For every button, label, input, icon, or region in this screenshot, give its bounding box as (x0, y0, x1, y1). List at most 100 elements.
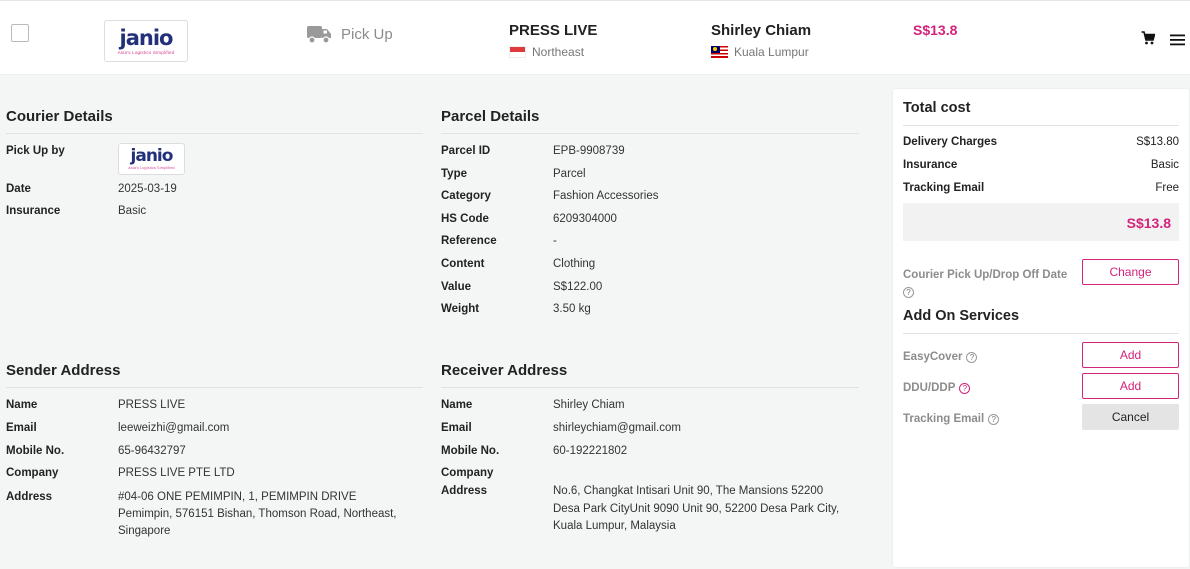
detail-row: Pick Up by (6, 144, 423, 182)
detail-row: Type Parcel (441, 167, 859, 190)
cost-value: S$13.80 (1136, 136, 1179, 148)
detail-value: leeweizhi@gmail.com (118, 421, 230, 434)
detail-row: Address No.6, Changkat Intisari Unit 90, … (441, 483, 859, 536)
detail-row: Reference - (441, 234, 859, 257)
help-icon[interactable]: ? (959, 382, 971, 394)
cost-value: Basic (1150, 159, 1179, 171)
pickup-courier-logo: janio Asia's Logistics Simplified (118, 143, 185, 175)
detail-label: Address (6, 491, 53, 504)
addon-label: DDU/DDP (903, 382, 956, 394)
detail-label: Reference (441, 235, 497, 248)
courier-details-section: Courier Details Pick Up by Date 2025-03-… (6, 108, 423, 218)
section-title: Parcel Details (441, 108, 859, 134)
singapore-flag-icon (509, 46, 526, 58)
detail-label: Content (441, 257, 485, 270)
detail-label: Address (441, 485, 488, 498)
cost-label: Tracking Email (903, 182, 985, 194)
detail-row: Name PRESS LIVE (6, 398, 423, 421)
detail-label: Mobile No. (441, 444, 500, 457)
detail-label: Company (441, 467, 494, 480)
detail-row: Email leeweizhi@gmail.com (6, 421, 423, 444)
cost-panel: Total cost Delivery Charges S$13.80 Insu… (893, 89, 1189, 567)
header-sender: PRESS LIVE Northeast (509, 22, 597, 59)
truck-icon (307, 25, 332, 44)
detail-value: 65-96432797 (118, 444, 186, 457)
detail-row: Email shirleychiam@gmail.com (441, 421, 859, 444)
header-price: S$13.8 (913, 22, 958, 38)
detail-row: Category Fashion Accessories (441, 189, 859, 212)
select-checkbox[interactable] (11, 24, 29, 42)
sender-address-section: Sender Address Name PRESS LIVE Email leewe… (6, 362, 423, 540)
header-receiver-name: Shirley Chiam (711, 22, 812, 39)
detail-value: PRESS LIVE PTE LTD (118, 467, 235, 480)
detail-value: #04-06 ONE PEMIMPIN, 1, PEMIMPIN DRIVE P… (118, 491, 397, 538)
help-icon[interactable]: ? (903, 287, 914, 298)
total-box: S$13.8 (903, 203, 1179, 241)
detail-label: Weight (441, 303, 480, 316)
detail-row: Date 2025-03-19 (6, 182, 423, 196)
addon-label: Tracking Email (903, 413, 985, 425)
detail-row: Mobile No. 65-96432797 (6, 444, 423, 467)
help-icon[interactable]: ? (966, 351, 978, 363)
detail-row: Insurance Basic (6, 204, 423, 218)
detail-row: Mobile No. 60-192221802 (441, 444, 859, 467)
detail-label: Date (6, 183, 31, 195)
detail-row: Weight 3.50 kg (441, 302, 859, 325)
logo-tagline: Asia's Logistics Simplified (117, 49, 175, 55)
detail-label: HS Code (441, 212, 489, 225)
detail-label: Parcel ID (441, 145, 491, 157)
cost-row: Tracking Email Free (903, 182, 1179, 194)
detail-label: Pick Up by (6, 145, 65, 157)
add-ddu-ddp-button[interactable]: Add (1082, 373, 1179, 399)
detail-value: Shirley Chiam (553, 399, 625, 411)
add-on-services-title: Add On Services (903, 308, 1020, 324)
detail-value: 60-192221802 (553, 444, 628, 457)
detail-label: Email (6, 421, 37, 434)
detail-row: Company PRESS LIVE PTE LTD (6, 466, 423, 489)
header-receiver-region: Kuala Lumpur (734, 45, 809, 59)
cost-label: Delivery Charges (903, 136, 997, 148)
section-title: Sender Address (6, 362, 423, 388)
pickup-date-field: Courier Pick Up/Drop Off Date ? (903, 269, 1073, 300)
detail-label: Insurance (6, 205, 61, 217)
header-sender-name: PRESS LIVE (509, 22, 598, 39)
help-icon[interactable]: ? (988, 413, 1000, 425)
detail-value: No.6, Changkat Intisari Unit 90, The Man… (553, 485, 840, 533)
service-type-label: Pick Up (341, 26, 393, 43)
cost-row: Delivery Charges S$13.80 (903, 136, 1179, 148)
addon-easycover: EasyCover ? (903, 351, 978, 363)
detail-label: Value (441, 280, 472, 293)
menu-icon[interactable] (1170, 33, 1185, 51)
logo-tagline: Asia's Logistics Simplified (128, 166, 175, 170)
pickup-date-label: Courier Pick Up/Drop Off Date (903, 269, 1068, 281)
detail-row: Parcel ID EPB-9908739 (441, 144, 859, 167)
header-receiver: Shirley Chiam Kuala Lumpur (711, 22, 811, 59)
addon-tracking-email: Tracking Email ? (903, 413, 1000, 425)
divider (903, 125, 1179, 126)
detail-row: HS Code 6209304000 (441, 212, 859, 235)
detail-value: Fashion Accessories (553, 190, 659, 203)
divider (903, 333, 1179, 334)
cart-icon[interactable] (1141, 31, 1156, 50)
detail-value: S$122.00 (553, 280, 603, 293)
parcel-details-section: Parcel Details Parcel ID EPB-9908739 Type… (441, 108, 859, 325)
detail-value: Parcel (553, 167, 586, 180)
receiver-address-section: Receiver Address Name Shirley Chiam Email… (441, 362, 859, 536)
addon-label: EasyCover (903, 351, 963, 363)
detail-value: EPB-9908739 (553, 145, 625, 157)
detail-label: Name (6, 399, 38, 411)
detail-row: Address #04-06 ONE PEMIMPIN, 1, PEMIMPIN … (6, 489, 423, 540)
add-easycover-button[interactable]: Add (1082, 342, 1179, 368)
cancel-tracking-email-button[interactable]: Cancel (1082, 404, 1179, 430)
detail-value: 3.50 kg (553, 303, 591, 316)
change-date-button[interactable]: Change (1082, 259, 1179, 285)
logo-wordmark: janio (119, 25, 174, 50)
addon-ddu-ddp: DDU/DDP ? (903, 382, 971, 394)
order-header: janio Asia's Logistics Simplified Pick U… (0, 0, 1190, 75)
malaysia-flag-icon (711, 46, 728, 58)
detail-label: Type (441, 167, 467, 180)
section-title: Receiver Address (441, 362, 859, 388)
service-type: Pick Up (307, 25, 393, 44)
detail-label: Company (6, 467, 59, 480)
section-title: Courier Details (6, 108, 423, 134)
